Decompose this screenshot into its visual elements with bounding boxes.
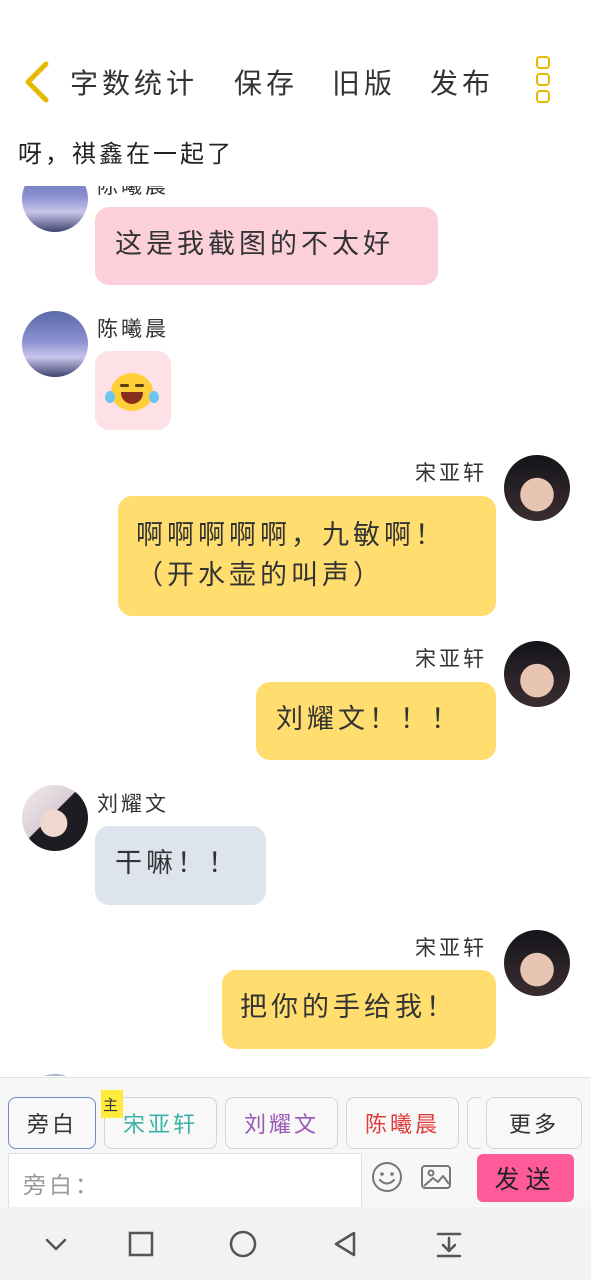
role-button-liu-yaowen[interactable]: 刘耀文 — [225, 1097, 338, 1149]
word-count-button[interactable]: 字数统计 — [70, 62, 198, 102]
chevron-down-icon[interactable] — [41, 1229, 71, 1259]
chevron-left-icon[interactable] — [20, 58, 56, 106]
avatar[interactable] — [504, 930, 570, 996]
role-button-chen-xichen[interactable]: 陈曦晨 — [346, 1097, 459, 1149]
save-button[interactable]: 保存 — [234, 62, 298, 102]
more-vertical-icon[interactable] — [534, 56, 552, 106]
main-role-badge: 主 — [101, 1090, 123, 1118]
message-bubble[interactable]: 干嘛！！ — [95, 826, 266, 905]
publish-button[interactable]: 发布 — [430, 62, 494, 102]
avatar[interactable] — [22, 311, 88, 377]
role-label: 宋亚轩 — [122, 1113, 198, 1138]
laughing-crying-emoji-icon — [105, 373, 159, 411]
avatar[interactable] — [22, 785, 88, 851]
speaker-name: 宋亚轩 — [415, 936, 487, 960]
send-button[interactable]: 发送 — [477, 1154, 574, 1202]
role-button-song-yaxuan[interactable]: 主 宋亚轩 — [101, 1090, 217, 1149]
system-navigation-bar — [0, 1207, 591, 1280]
speaker-name: 陈曦晨 — [97, 186, 169, 198]
message-bubble[interactable]: 刘耀文！！！ — [256, 682, 496, 760]
role-selector-bar: 旁白 主 宋亚轩 刘耀文 陈曦晨 更多 旁白： 发送 — [0, 1077, 591, 1208]
recents-square-icon[interactable] — [126, 1229, 156, 1259]
role-button-narrator[interactable]: 旁白 — [8, 1097, 96, 1149]
message-bubble[interactable] — [95, 351, 171, 430]
speaker-name: 宋亚轩 — [415, 647, 487, 671]
emoji-icon[interactable] — [370, 1160, 404, 1194]
more-roles-button[interactable]: 更多 — [486, 1097, 582, 1149]
top-bar: 字数统计 保存 旧版 发布 — [0, 0, 591, 128]
avatar[interactable] — [22, 186, 88, 232]
avatar[interactable] — [504, 641, 570, 707]
speaker-name: 宋亚轩 — [415, 461, 487, 485]
back-triangle-icon[interactable] — [330, 1229, 360, 1259]
old-version-button[interactable]: 旧版 — [332, 62, 396, 102]
message-bubble[interactable]: 这是我截图的不太好 — [95, 207, 438, 285]
message-bubble[interactable]: 把你的手给我！ — [222, 970, 496, 1049]
story-title: 呀，祺鑫在一起了 — [18, 140, 234, 168]
avatar[interactable] — [504, 455, 570, 521]
avatar[interactable] — [22, 1074, 88, 1076]
role-button-partial[interactable] — [467, 1097, 481, 1149]
narration-input[interactable]: 旁白： — [8, 1153, 362, 1208]
home-circle-icon[interactable] — [228, 1229, 258, 1259]
speaker-name: 陈曦晨 — [97, 317, 169, 341]
image-icon[interactable] — [419, 1160, 453, 1194]
notification-pull-down-icon[interactable] — [434, 1229, 464, 1259]
chat-area[interactable]: 陈曦晨 这是我截图的不太好 陈曦晨 宋亚轩 啊啊啊啊啊，九敏啊！（开水壶的叫声）… — [0, 186, 591, 1076]
message-bubble[interactable]: 啊啊啊啊啊，九敏啊！（开水壶的叫声） — [118, 496, 496, 616]
speaker-name: 刘耀文 — [97, 792, 169, 816]
